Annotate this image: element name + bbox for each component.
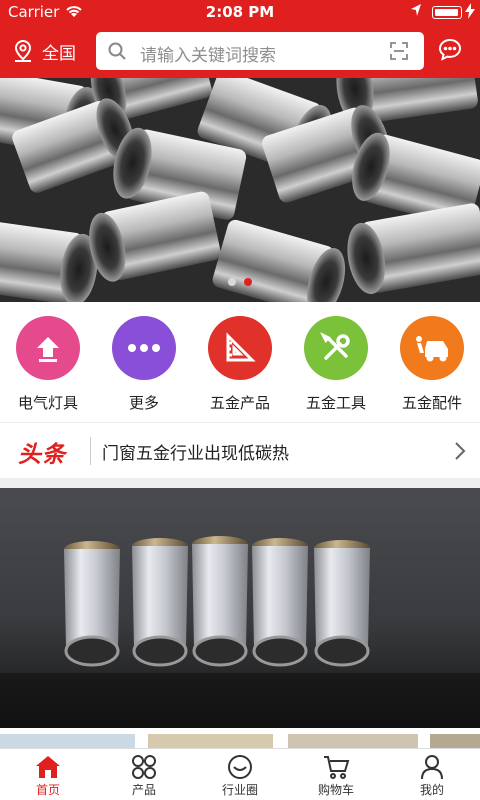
category-hardware-tools[interactable]: 五金工具: [288, 316, 384, 413]
car-repair-icon: [400, 316, 464, 380]
tab-me[interactable]: 我的: [384, 749, 480, 800]
category-label: 五金产品: [209, 394, 270, 412]
tab-home[interactable]: 首页: [0, 749, 96, 800]
tab-label: 购物车: [317, 783, 354, 797]
tab-label: 行业圈: [221, 783, 258, 797]
category-shortcuts: 电气灯具 更多 五金产品 五金工具 五金配件: [0, 302, 480, 422]
category-hardware-parts[interactable]: 五金配件: [384, 316, 480, 413]
smile-circle-icon: [192, 753, 288, 781]
home-icon: [0, 753, 96, 781]
headline-text[interactable]: 门窗五金行业出现低碳热: [102, 439, 289, 464]
top-header: 全国 请输入关键词搜索: [0, 24, 480, 78]
charging-icon: [465, 3, 475, 22]
category-more[interactable]: 更多: [96, 316, 192, 413]
tab-label: 我的: [419, 783, 444, 797]
more-dots-icon: [112, 316, 176, 380]
category-hardware-products[interactable]: 五金产品: [192, 316, 288, 413]
search-placeholder: 请输入关键词搜索: [140, 46, 276, 66]
message-icon[interactable]: [438, 38, 462, 66]
grid-icon: [96, 753, 192, 781]
bottom-tab-bar: 首页 产品 行业圈 购物车 我的: [0, 748, 480, 800]
tab-label: 首页: [35, 783, 60, 797]
user-icon: [384, 753, 480, 781]
battery-icon: [432, 6, 462, 19]
search-icon: [108, 42, 126, 64]
tab-label: 产品: [131, 783, 156, 797]
category-electrical-lighting[interactable]: 电气灯具: [0, 316, 96, 413]
tab-industry-circle[interactable]: 行业圈: [192, 749, 288, 800]
featured-product-image[interactable]: [0, 488, 480, 728]
category-label: 五金工具: [305, 394, 366, 412]
divider: [90, 437, 91, 465]
clock: 2:08 PM: [205, 3, 275, 21]
status-bar: Carrier 2:08 PM: [0, 0, 480, 24]
cart-icon: [288, 753, 384, 781]
carousel-dot-active[interactable]: [244, 278, 252, 286]
location-label: 全国: [42, 43, 76, 64]
banner-image: [0, 78, 480, 302]
product-thumbnails[interactable]: [0, 728, 480, 748]
banner-carousel[interactable]: [0, 78, 480, 302]
carousel-dot[interactable]: [228, 278, 236, 286]
tab-cart[interactable]: 购物车: [288, 749, 384, 800]
carousel-indicator: [0, 278, 480, 290]
location-arrow-icon: [410, 3, 422, 20]
scan-icon[interactable]: [390, 42, 408, 64]
set-square-icon: [208, 316, 272, 380]
headline-tag: 头条: [18, 442, 66, 468]
section-divider: [0, 478, 480, 488]
tab-products[interactable]: 产品: [96, 749, 192, 800]
upload-arrow-icon: [16, 316, 80, 380]
category-label: 更多: [128, 394, 159, 412]
news-ticker[interactable]: 头条 门窗五金行业出现低碳热: [0, 422, 480, 478]
location-pin-icon: [14, 39, 32, 62]
category-label: 电气灯具: [17, 394, 78, 412]
category-label: 五金配件: [401, 394, 462, 412]
chevron-right-icon[interactable]: [454, 441, 466, 465]
wrench-screwdriver-icon: [304, 316, 368, 380]
search-input[interactable]: 请输入关键词搜索: [96, 32, 424, 70]
location-selector[interactable]: 全国: [12, 36, 76, 66]
